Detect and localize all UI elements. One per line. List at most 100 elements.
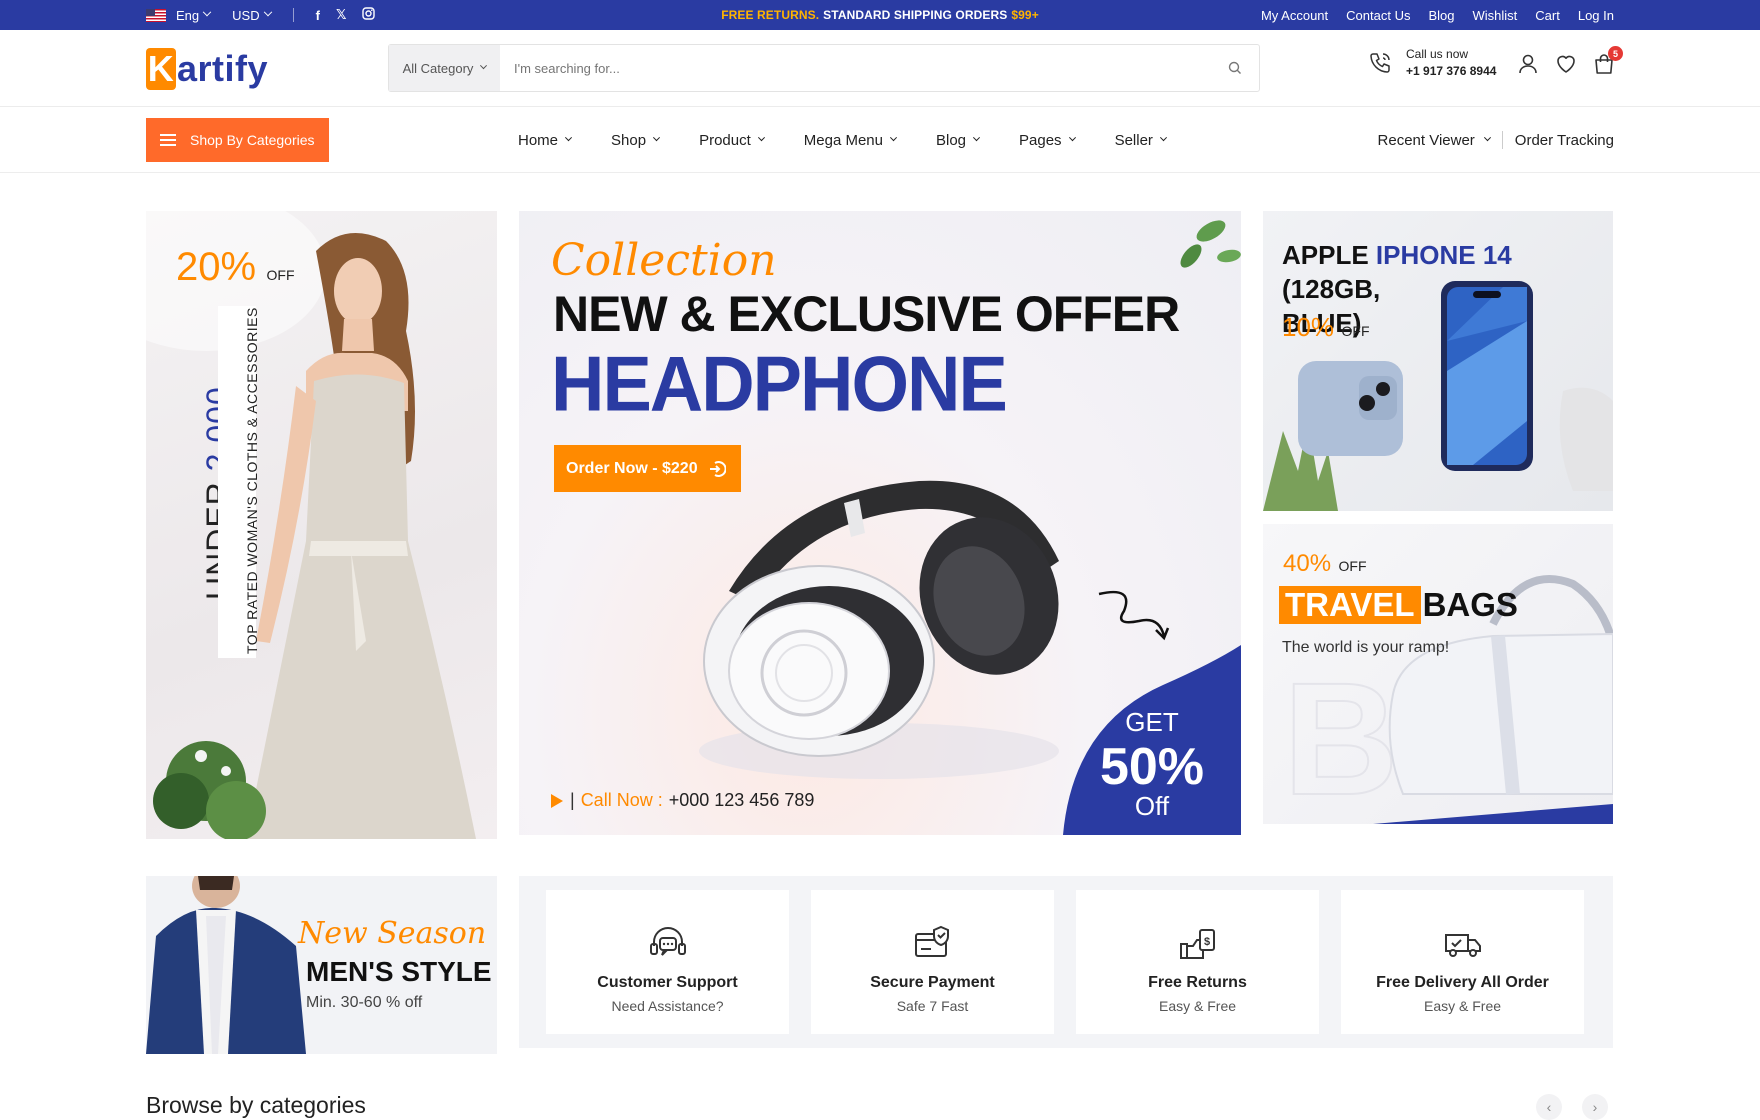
bags-tagline: The world is your ramp! bbox=[1282, 639, 1450, 656]
returns-icon: $ bbox=[1179, 929, 1215, 959]
facebook-icon[interactable]: f bbox=[316, 8, 320, 23]
iphone-title-spec: (128GB, bbox=[1282, 274, 1381, 304]
nav-item-home[interactable]: Home bbox=[518, 132, 573, 149]
feature-title: Free Delivery All Order bbox=[1376, 974, 1549, 991]
cart-link[interactable]: Cart bbox=[1535, 8, 1560, 23]
phone-icon bbox=[1370, 52, 1390, 73]
feature-customer-support: Customer Support Need Assistance? bbox=[546, 890, 789, 1034]
my-account-link[interactable]: My Account bbox=[1261, 8, 1328, 23]
shop-by-categories-button[interactable]: Shop By Categories bbox=[146, 118, 329, 162]
logo-text: artify bbox=[177, 48, 269, 89]
svg-text:$: $ bbox=[1203, 936, 1209, 948]
chevron-down-icon bbox=[564, 133, 573, 141]
wishlist-link[interactable]: Wishlist bbox=[1473, 8, 1518, 23]
currency-selector[interactable]: USD bbox=[232, 7, 272, 23]
top-bar: Eng USD f 𝕏 FREE RETURNS. STANDARD SHIPP… bbox=[0, 0, 1760, 30]
hero-call-now: | Call Now : +000 123 456 789 bbox=[550, 790, 814, 811]
hero-product-name: HEADPHONE bbox=[551, 340, 1008, 428]
divider bbox=[292, 8, 294, 22]
search-category-select[interactable]: All Category bbox=[389, 45, 500, 91]
site-header: Kartify All Category Call us now +1 917 … bbox=[0, 30, 1760, 107]
heart-icon bbox=[1557, 55, 1575, 73]
order-now-button[interactable]: Order Now - $220 bbox=[554, 445, 741, 492]
svg-text:B: B bbox=[1283, 649, 1399, 824]
login-link[interactable]: Log In bbox=[1578, 8, 1614, 23]
feature-subtitle: Need Assistance? bbox=[611, 998, 724, 1014]
nav-item-label: Shop bbox=[611, 131, 647, 149]
wishlist-button[interactable] bbox=[1554, 52, 1578, 76]
account-button[interactable] bbox=[1516, 52, 1540, 76]
feature-subtitle: Easy & Free bbox=[1423, 998, 1502, 1014]
fashion-banner[interactable]: 20% OFF bbox=[146, 211, 497, 839]
curved-arrow-icon bbox=[1098, 590, 1170, 641]
chevron-down-icon bbox=[757, 133, 765, 141]
nav-item-blog[interactable]: Blog bbox=[936, 132, 981, 149]
nav-item-label: Mega Menu bbox=[803, 131, 883, 149]
feature-subtitle: Safe 7 Fast bbox=[896, 998, 969, 1014]
promo-highlight: FREE RETURNS. bbox=[721, 8, 820, 22]
travel-bags-banner[interactable]: B 40% OFF TRAVEL BAGS The world is your … bbox=[1263, 524, 1613, 824]
recent-viewer-dropdown[interactable]: Recent Viewer bbox=[1377, 131, 1491, 149]
fashion-discount: 20% OFF bbox=[176, 245, 295, 290]
site-logo[interactable]: Kartify bbox=[146, 48, 268, 90]
carousel-next-button[interactable]: › bbox=[1582, 1094, 1608, 1120]
fashion-discount-pct: 20% bbox=[176, 245, 257, 289]
iphone-discount-off: OFF bbox=[1341, 323, 1370, 339]
feature-secure-payment: Secure Payment Safe 7 Fast bbox=[811, 890, 1054, 1034]
contact-us-link[interactable]: Contact Us bbox=[1346, 8, 1410, 23]
nav-menu: Home Shop Product Mega Menu Blog Pages S… bbox=[518, 107, 1167, 173]
collection-script-text: Collection bbox=[551, 235, 777, 286]
us-flag-icon bbox=[146, 8, 166, 22]
iphone-discount-pct: 10% bbox=[1282, 312, 1335, 342]
bags-title: TRAVEL BAGS bbox=[1279, 586, 1518, 624]
main-nav: Shop By Categories Home Shop Product Meg… bbox=[0, 107, 1760, 173]
chevron-down-icon bbox=[1068, 133, 1076, 141]
recent-viewer-label: Recent Viewer bbox=[1377, 131, 1475, 149]
language-selector[interactable]: Eng bbox=[146, 7, 212, 23]
mens-style-sub: Min. 30-60 % off bbox=[306, 994, 423, 1011]
nav-item-label: Product bbox=[699, 131, 751, 149]
order-now-label: Order Now - $220 bbox=[566, 459, 698, 477]
call-now-label: Call Now : bbox=[580, 790, 663, 810]
nav-item-shop[interactable]: Shop bbox=[611, 131, 661, 149]
iphone-title-brand: APPLE bbox=[1282, 240, 1369, 270]
call-us[interactable]: Call us now +1 917 376 8944 bbox=[1368, 47, 1496, 78]
call-number: +1 917 376 8944 bbox=[1406, 64, 1497, 78]
fashion-vertical-text: TOP RATED WOMAN'S CLOTHS & ACCESSORIES bbox=[244, 307, 260, 654]
feature-title: Customer Support bbox=[597, 974, 738, 991]
blog-link[interactable]: Blog bbox=[1428, 8, 1454, 23]
call-label: Call us now bbox=[1406, 47, 1469, 61]
nav-item-pages[interactable]: Pages bbox=[1019, 132, 1076, 149]
nav-item-product[interactable]: Product bbox=[699, 131, 765, 149]
bags-title-highlight: TRAVEL bbox=[1279, 586, 1421, 624]
fashion-discount-off: OFF bbox=[266, 267, 295, 283]
call-text: Call us now +1 917 376 8944 bbox=[1406, 47, 1496, 78]
chevron-down-icon bbox=[263, 7, 272, 17]
nav-item-seller[interactable]: Seller bbox=[1115, 132, 1167, 149]
new-season-script: New Season bbox=[298, 916, 487, 951]
nav-item-mega-menu[interactable]: Mega Menu bbox=[803, 131, 898, 149]
feature-free-delivery: Free Delivery All Order Easy & Free bbox=[1341, 890, 1584, 1034]
mens-style-title: MEN'S STYLE bbox=[306, 956, 492, 987]
bags-title-word: BAGS bbox=[1422, 586, 1518, 623]
arrow-right-icon bbox=[709, 460, 726, 477]
mens-style-banner[interactable]: New Season MEN'S STYLE Min. 30-60 % off bbox=[146, 876, 497, 1054]
carousel-prev-button[interactable]: ‹ bbox=[1536, 1094, 1562, 1120]
iphone-discount: 10% OFF bbox=[1282, 312, 1370, 343]
search-category-label: All Category bbox=[402, 60, 474, 76]
search-icon bbox=[1228, 61, 1241, 74]
feature-free-returns: $ Free Returns Easy & Free bbox=[1076, 890, 1319, 1034]
order-tracking-link[interactable]: Order Tracking bbox=[1515, 132, 1614, 149]
cart-button[interactable]: 5 bbox=[1592, 46, 1623, 76]
chevron-down-icon bbox=[653, 133, 661, 141]
x-twitter-icon[interactable]: 𝕏 bbox=[336, 7, 346, 23]
chevron-down-icon bbox=[202, 7, 212, 17]
search-button[interactable] bbox=[1211, 45, 1259, 91]
get-off-label: Off bbox=[1134, 791, 1170, 821]
get-label: GET bbox=[1125, 707, 1179, 737]
instagram-icon[interactable] bbox=[362, 7, 376, 23]
bags-discount: 40% OFF bbox=[1283, 550, 1367, 578]
chevron-down-icon bbox=[889, 133, 898, 141]
search-input[interactable] bbox=[500, 45, 1211, 91]
iphone-banner[interactable]: APPLE IPHONE 14 (128GB, BLUE) 10% OFF bbox=[1263, 211, 1613, 511]
